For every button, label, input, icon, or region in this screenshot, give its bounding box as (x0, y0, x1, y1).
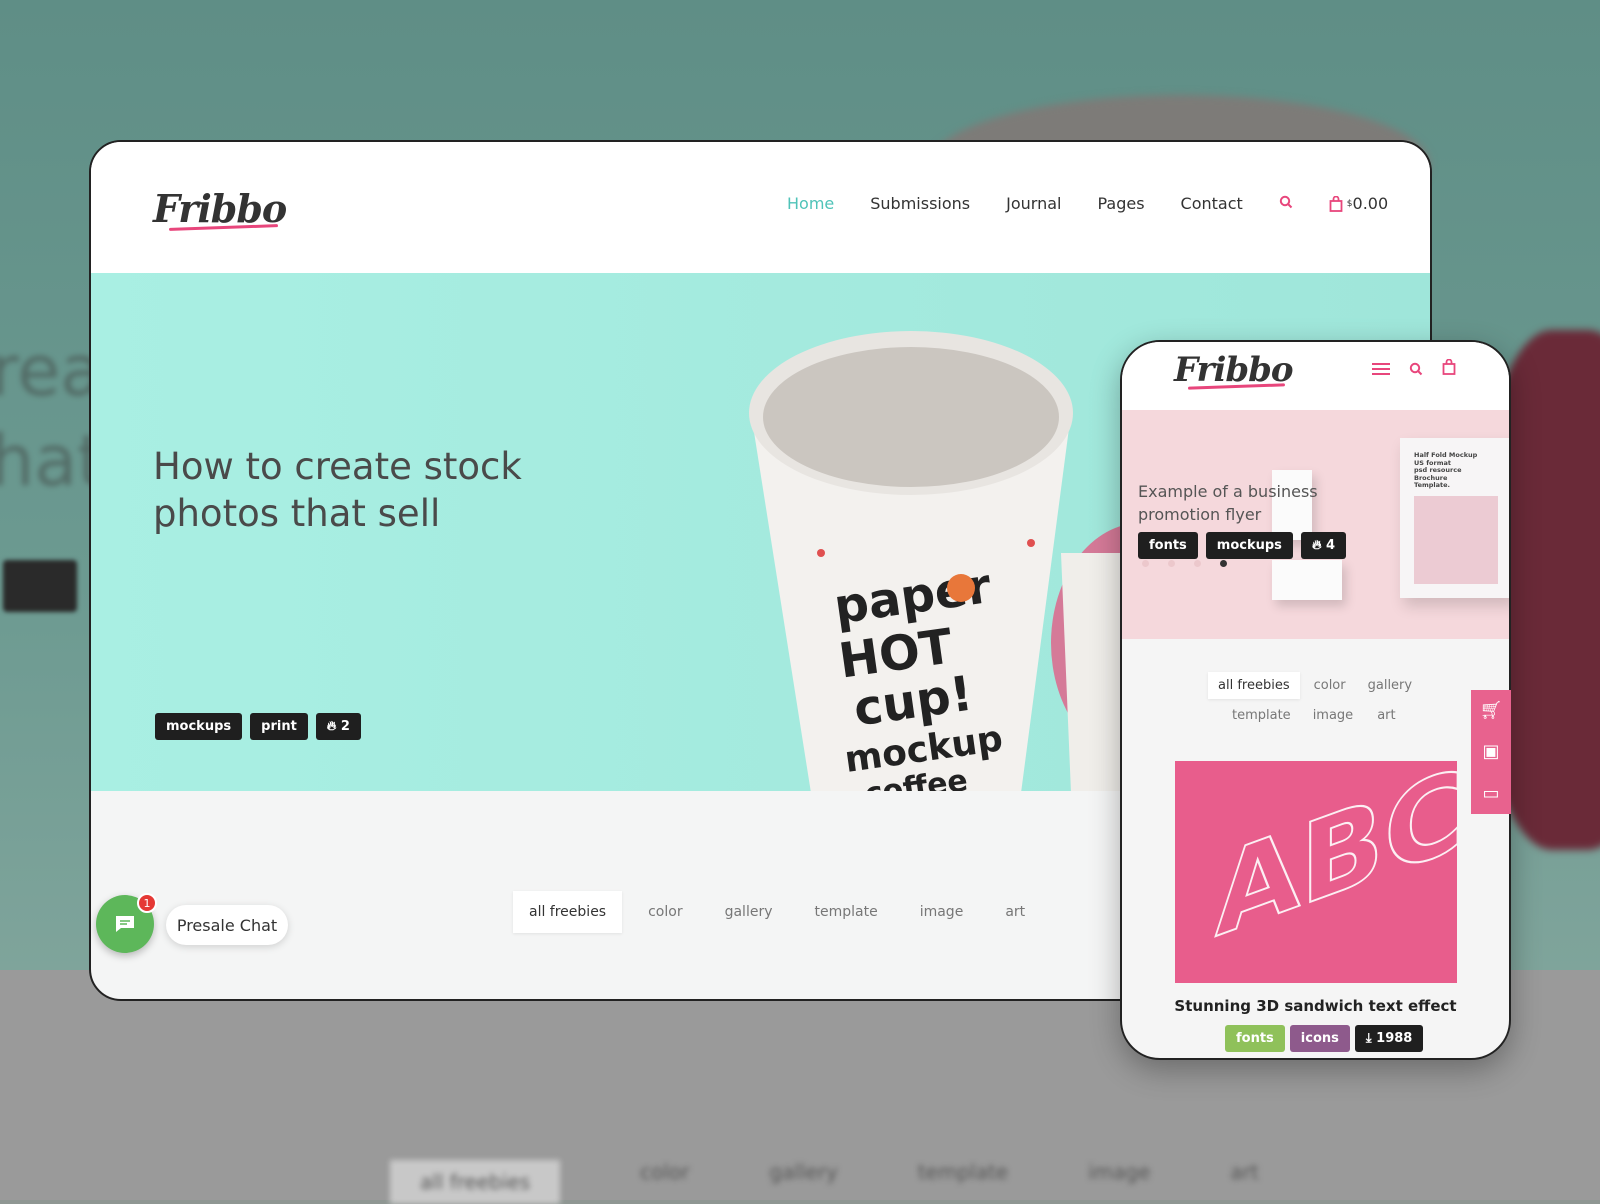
site-header: Fribbo Home Submissions Journal Pages Co… (91, 142, 1430, 273)
mobile-filters-row2: template image art (1222, 702, 1408, 729)
chat-bubble-icon (116, 916, 134, 932)
filter-image[interactable]: image (904, 891, 980, 933)
filter-image[interactable]: image (1301, 702, 1366, 729)
tag-fonts[interactable]: fonts (1225, 1025, 1285, 1052)
mobile-header: Fribbo (1122, 342, 1509, 410)
search-icon[interactable] (1409, 362, 1423, 376)
category-filters: all freebies color gallery template imag… (513, 891, 1051, 933)
freebie-title[interactable]: Stunning 3D sandwich text effect (1122, 997, 1509, 1015)
hero-title[interactable]: How to create stock photos that sell (153, 443, 573, 537)
flame-icon: 🔥︎ (1311, 538, 1322, 553)
freebie-tags: fonts icons ⤓ 1988 (1225, 1025, 1424, 1052)
shopping-bag-icon (1329, 195, 1343, 212)
mobile-mockup: Fribbo Half Fold Mockup US format psd reso… (1120, 340, 1511, 1060)
blurred-bg-text: rea (0, 330, 104, 412)
nav-home[interactable]: Home (787, 194, 834, 213)
tag-print[interactable]: print (250, 713, 308, 740)
filter-template[interactable]: template (789, 891, 904, 933)
slider-dot[interactable] (1142, 560, 1149, 567)
presale-chat-label[interactable]: Presale Chat (166, 905, 288, 945)
3d-text-artwork: ABC (1214, 743, 1466, 964)
nav-pages[interactable]: Pages (1097, 194, 1144, 213)
cart-button[interactable]: $0.00 (1329, 194, 1388, 213)
blurred-bg-tag (3, 560, 77, 612)
likes-badge: 🔥︎ 4 (1300, 532, 1347, 559)
filter-all-freebies[interactable]: all freebies (513, 891, 623, 933)
hamburger-menu-icon[interactable] (1372, 362, 1390, 376)
filter-all-freebies[interactable]: all freebies (1208, 672, 1300, 699)
download-count: ⤓ 1988 (1354, 1025, 1424, 1052)
blurred-bg-tabs: all freebies color gallery template image art (390, 1160, 1259, 1204)
filter-color[interactable]: color (622, 891, 708, 933)
tag-mockups[interactable]: mockups (1205, 532, 1293, 559)
download-icon: ⤓ (1365, 1031, 1372, 1046)
filter-gallery[interactable]: gallery (709, 891, 789, 933)
main-nav: Home Submissions Journal Pages Contact $… (787, 194, 1388, 213)
mobile-slider-dots (1142, 560, 1227, 567)
freebie-thumbnail[interactable]: ABC (1175, 743, 1466, 983)
logo[interactable]: Fribbo (153, 186, 287, 231)
slider-dot[interactable] (1194, 560, 1201, 567)
filter-color[interactable]: color (1300, 672, 1360, 699)
cart-icon[interactable]: 🛒︎ (1480, 700, 1503, 721)
filter-template[interactable]: template (1222, 702, 1301, 729)
flame-icon: 🔥︎ (326, 719, 337, 734)
business-card-image (1272, 560, 1342, 600)
image-gallery-icon[interactable]: ▣ (1482, 741, 1499, 762)
nav-contact[interactable]: Contact (1181, 194, 1243, 213)
filter-art[interactable]: art (979, 891, 1051, 933)
mobile-logo[interactable]: Fribbo (1174, 350, 1294, 390)
chat-notification-badge: 1 (137, 893, 157, 913)
slider-dot[interactable] (1168, 560, 1175, 567)
tag-mockups[interactable]: mockups (155, 713, 243, 740)
filter-art[interactable]: art (1365, 702, 1407, 729)
tag-fonts[interactable]: fonts (1138, 532, 1198, 559)
hero-tags: mockups print 🔥︎ 2 (155, 713, 361, 740)
search-icon[interactable] (1279, 194, 1293, 213)
filter-gallery[interactable]: gallery (1360, 672, 1420, 699)
nav-journal[interactable]: Journal (1006, 194, 1061, 213)
floating-side-toolbar: 🛒︎ ▣ ▭ (1471, 690, 1511, 814)
mobile-hero-tags: fonts mockups 🔥︎ 4 (1138, 532, 1347, 559)
brochure-image: Half Fold Mockup US format psd resource Bro… (1400, 438, 1509, 598)
mobile-hero-slider: Half Fold Mockup US format psd resource Bro… (1122, 410, 1509, 639)
mobile-hero-title[interactable]: Example of a business promotion flyer (1138, 480, 1358, 526)
shopping-bag-icon[interactable] (1442, 359, 1456, 375)
cart-total: 0.00 (1352, 194, 1389, 213)
paper-cup-image: paper HOT cup! mockup coffee (749, 331, 1181, 791)
likes-badge: 🔥︎ 2 (315, 713, 361, 740)
slider-dot-active[interactable] (1220, 560, 1227, 567)
browser-window-icon[interactable]: ▭ (1482, 783, 1499, 804)
mobile-filters-row1: all freebies color gallery (1208, 672, 1420, 699)
tag-icons[interactable]: icons (1289, 1025, 1350, 1052)
nav-submissions[interactable]: Submissions (870, 194, 970, 213)
svg-text:ABC: ABC (1215, 761, 1457, 963)
